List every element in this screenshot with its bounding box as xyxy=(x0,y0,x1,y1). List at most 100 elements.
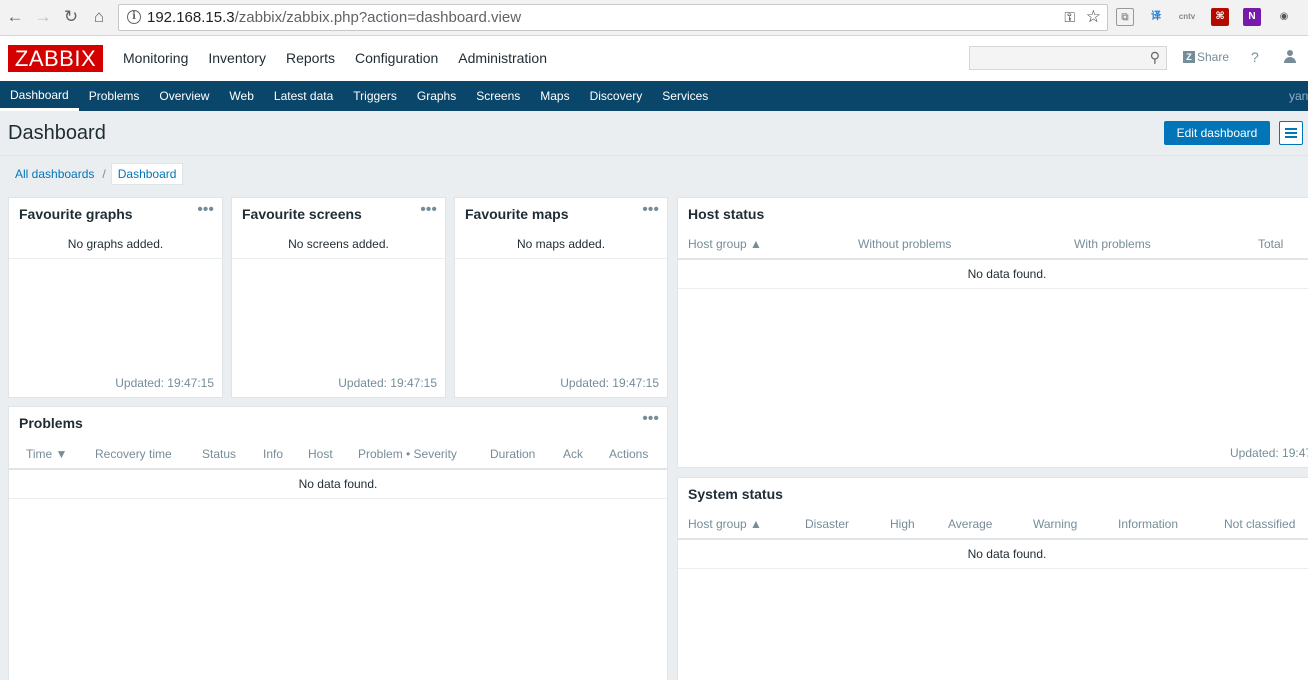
back-icon[interactable]: ← xyxy=(6,8,24,26)
menu-configuration[interactable]: Configuration xyxy=(345,36,448,81)
subnav-discovery[interactable]: Discovery xyxy=(580,81,653,111)
subnav-screens[interactable]: Screens xyxy=(466,81,530,111)
breadcrumb: All dashboards / Dashboard xyxy=(8,163,184,185)
translate-extension-icon[interactable]: 译 xyxy=(1147,8,1165,26)
help-icon[interactable]: ? xyxy=(1251,49,1259,65)
subnav-web[interactable]: Web xyxy=(219,81,263,111)
no-data-message: No data found. xyxy=(298,477,378,491)
cntv-extension-icon[interactable]: cntv xyxy=(1178,8,1196,26)
column-host-group[interactable]: Host group ▲ xyxy=(688,237,762,251)
reload-icon[interactable]: ↻ xyxy=(62,8,80,26)
column-warning: Warning xyxy=(1033,517,1078,531)
updated-time: Updated: 19:47:15 xyxy=(338,376,437,390)
widget-menu-icon[interactable]: ••• xyxy=(642,410,659,428)
widget-system-status: System status Host group ▲ Disaster High… xyxy=(677,477,1308,680)
widget-title: Problems xyxy=(19,415,83,431)
subnav-maps[interactable]: Maps xyxy=(530,81,579,111)
home-icon[interactable]: ⌂ xyxy=(90,8,108,26)
url-text[interactable]: 192.168.15.3/zabbix/zabbix.php?action=da… xyxy=(147,9,521,26)
column-actions: Actions xyxy=(609,447,649,461)
forward-icon[interactable]: → xyxy=(34,8,52,26)
browser-toolbar: ← → ↻ ⌂ i 192.168.15.3/zabbix/zabbix.php… xyxy=(0,0,1308,36)
address-bar[interactable]: i 192.168.15.3/zabbix/zabbix.php?action=… xyxy=(118,4,1108,31)
header-divider xyxy=(678,258,1308,260)
pdf-extension-icon[interactable]: ⌘ xyxy=(1211,8,1229,26)
menu-administration[interactable]: Administration xyxy=(448,36,557,81)
row-divider xyxy=(678,288,1308,289)
share-label: Share xyxy=(1197,50,1230,64)
breadcrumb-all-dashboards[interactable]: All dashboards xyxy=(8,167,101,181)
column-host: Host xyxy=(308,447,333,461)
subnav-problems[interactable]: Problems xyxy=(79,81,150,111)
extension-icon[interactable]: ⧉ xyxy=(1116,8,1134,26)
column-total: Total xyxy=(1258,237,1284,251)
widget-problems: Problems ••• Time ▼ Recovery time Status… xyxy=(8,406,668,680)
column-problem-severity: Problem • Severity xyxy=(358,447,457,461)
onenote-extension-icon[interactable]: N xyxy=(1243,8,1261,26)
empty-message: No graphs added. xyxy=(67,237,164,251)
column-host-group[interactable]: Host group ▲ xyxy=(688,517,762,531)
column-information: Information xyxy=(1118,517,1179,531)
column-info: Info xyxy=(263,447,284,461)
breadcrumb-separator: / xyxy=(102,167,106,181)
widget-menu-icon[interactable]: ••• xyxy=(197,201,214,219)
widget-title: Favourite screens xyxy=(242,206,362,222)
subnav-latest-data[interactable]: Latest data xyxy=(264,81,343,111)
column-without-problems: Without problems xyxy=(858,237,952,251)
widget-favourite-graphs: Favourite graphs ••• No graphs added. Up… xyxy=(8,197,223,398)
column-ack: Ack xyxy=(563,447,584,461)
column-recovery-time: Recovery time xyxy=(95,447,172,461)
sub-navigation: Dashboard Problems Overview Web Latest d… xyxy=(0,81,1308,111)
user-profile-icon[interactable] xyxy=(1283,50,1297,64)
column-not-classified: Not classified xyxy=(1224,517,1296,531)
column-time[interactable]: Time ▼ xyxy=(26,447,67,461)
subnav-dashboard[interactable]: Dashboard xyxy=(0,81,79,111)
search-input[interactable]: ⚲ xyxy=(969,46,1167,70)
zabbix-logo[interactable]: ZABBIX xyxy=(8,45,103,72)
zabbix-share-icon: Z xyxy=(1183,51,1195,63)
widget-title: Favourite graphs xyxy=(19,206,133,222)
updated-time: Updated: 19:47 xyxy=(1230,446,1308,460)
bookmark-star-icon[interactable]: ☆ xyxy=(1086,7,1101,27)
header-divider xyxy=(9,468,667,470)
column-with-problems: With problems xyxy=(1074,237,1151,251)
key-icon[interactable]: ⚿ xyxy=(1064,9,1075,26)
updated-time: Updated: 19:47:15 xyxy=(560,376,659,390)
share-link[interactable]: Z Share xyxy=(1183,50,1229,64)
empty-message: No maps added. xyxy=(516,237,606,251)
menu-inventory[interactable]: Inventory xyxy=(198,36,276,81)
widget-favourite-maps: Favourite maps ••• No maps added. Update… xyxy=(454,197,668,398)
dashboard-menu-button[interactable] xyxy=(1279,121,1303,145)
widget-title: Favourite maps xyxy=(465,206,569,222)
breadcrumb-current[interactable]: Dashboard xyxy=(110,163,184,185)
page-title: Dashboard xyxy=(8,122,106,144)
row-divider xyxy=(455,258,667,259)
no-data-message: No data found. xyxy=(967,547,1047,561)
empty-message: No screens added. xyxy=(288,237,389,251)
column-high: High xyxy=(890,517,915,531)
column-disaster: Disaster xyxy=(805,517,850,531)
current-user-label[interactable]: yan xyxy=(1289,81,1308,111)
main-menu: Monitoring Inventory Reports Configurati… xyxy=(113,36,557,81)
widget-menu-icon[interactable]: ••• xyxy=(642,201,659,219)
row-divider xyxy=(9,258,222,259)
widget-host-status: Host status Host group ▲ Without problem… xyxy=(677,197,1308,468)
header-divider xyxy=(678,538,1308,540)
search-icon[interactable]: ⚲ xyxy=(1150,49,1160,66)
menu-reports[interactable]: Reports xyxy=(276,36,345,81)
eye-extension-icon[interactable]: ◉ xyxy=(1275,8,1293,26)
widget-menu-icon[interactable]: ••• xyxy=(420,201,437,219)
site-info-icon[interactable]: i xyxy=(127,10,141,24)
column-duration: Duration xyxy=(490,447,536,461)
subnav-graphs[interactable]: Graphs xyxy=(407,81,466,111)
top-navigation: ZABBIX Monitoring Inventory Reports Conf… xyxy=(0,36,1308,81)
column-average: Average xyxy=(948,517,993,531)
subnav-overview[interactable]: Overview xyxy=(149,81,219,111)
subnav-triggers[interactable]: Triggers xyxy=(343,81,407,111)
menu-monitoring[interactable]: Monitoring xyxy=(113,36,198,81)
column-status: Status xyxy=(202,447,237,461)
row-divider xyxy=(9,498,667,499)
updated-time: Updated: 19:47:15 xyxy=(115,376,214,390)
subnav-services[interactable]: Services xyxy=(652,81,718,111)
edit-dashboard-button[interactable]: Edit dashboard xyxy=(1164,121,1270,145)
